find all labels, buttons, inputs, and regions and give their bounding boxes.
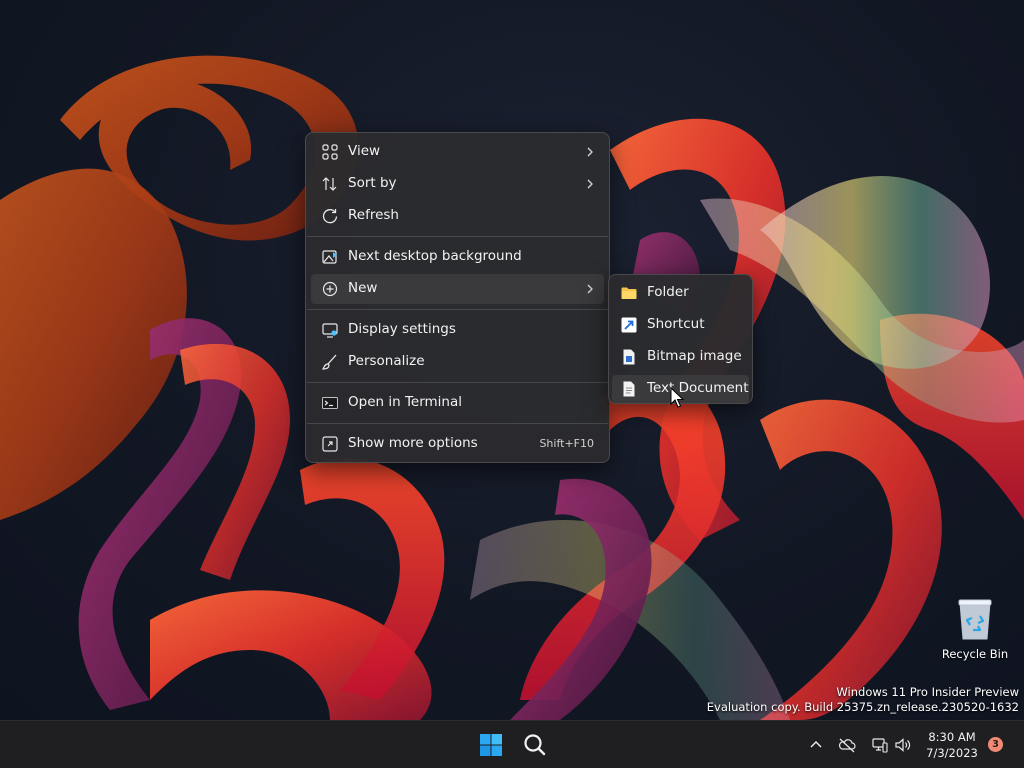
menu-item-show-more-options[interactable]: Show more options Shift+F10 bbox=[311, 429, 604, 459]
evaluation-watermark: Windows 11 Pro Insider Preview Evaluatio… bbox=[707, 685, 1019, 715]
more-options-icon bbox=[322, 436, 338, 452]
taskbar: 8:30 AM 7/3/2023 3 bbox=[0, 720, 1024, 768]
recycle-bin-label: Recycle Bin bbox=[941, 647, 1009, 661]
menu-item-personalize[interactable]: Personalize bbox=[311, 347, 604, 377]
display-settings-icon bbox=[322, 323, 338, 338]
shortcut-icon bbox=[621, 317, 637, 333]
menu-item-open-in-terminal[interactable]: Open in Terminal bbox=[311, 388, 604, 418]
chevron-right-icon bbox=[587, 179, 593, 189]
folder-icon bbox=[621, 287, 637, 299]
windows-start-icon bbox=[480, 734, 502, 756]
menu-separator bbox=[307, 309, 608, 310]
chevron-up-icon[interactable] bbox=[807, 736, 825, 754]
clock-date: 7/3/2023 bbox=[926, 746, 978, 760]
menu-item-label: Next desktop background bbox=[348, 248, 522, 264]
submenu-item-label: Shortcut bbox=[647, 316, 705, 332]
text-document-icon bbox=[623, 381, 635, 397]
menu-item-label: Sort by bbox=[348, 175, 397, 191]
desktop-context-menu: View Sort by Refresh Next desktop backgr… bbox=[305, 132, 610, 463]
watermark-build: Evaluation copy. Build 25375.zn_release.… bbox=[706, 700, 1019, 714]
watermark-edition: Windows 11 Pro Insider Preview bbox=[836, 685, 1019, 699]
personalize-brush-icon bbox=[322, 354, 337, 370]
submenu-item-label: Folder bbox=[647, 284, 689, 300]
chevron-right-icon bbox=[587, 284, 593, 294]
submenu-item-bitmap-image[interactable]: Bitmap image bbox=[612, 343, 749, 371]
menu-item-label: New bbox=[348, 280, 378, 296]
bitmap-image-icon bbox=[623, 349, 635, 365]
menu-item-label: Personalize bbox=[348, 353, 425, 369]
recycle-bin-icon bbox=[958, 599, 992, 640]
menu-item-label: View bbox=[348, 143, 381, 159]
recycle-bin-shortcut[interactable]: Recycle Bin bbox=[940, 595, 1010, 665]
submenu-item-label: Text Document bbox=[647, 380, 749, 396]
menu-item-label: Open in Terminal bbox=[348, 394, 462, 410]
mouse-cursor-icon bbox=[670, 387, 684, 408]
menu-separator bbox=[307, 382, 608, 383]
menu-item-new[interactable]: New bbox=[311, 274, 604, 304]
notification-badge[interactable]: 3 bbox=[988, 737, 1003, 752]
menu-item-label: Display settings bbox=[348, 321, 456, 337]
next-background-icon bbox=[322, 250, 337, 264]
submenu-item-folder[interactable]: Folder bbox=[612, 279, 749, 307]
search-button[interactable] bbox=[521, 731, 549, 759]
new-submenu: Folder Shortcut Bitmap image Text Docume… bbox=[608, 274, 753, 404]
keyboard-shortcut: Shift+F10 bbox=[539, 437, 594, 450]
menu-item-display-settings[interactable]: Display settings bbox=[311, 315, 604, 345]
onedrive-offline-icon[interactable] bbox=[838, 736, 856, 754]
search-icon bbox=[524, 734, 546, 756]
menu-item-next-desktop-background[interactable]: Next desktop background bbox=[311, 242, 604, 272]
clock-time: 8:30 AM bbox=[928, 730, 976, 744]
refresh-icon bbox=[322, 209, 338, 224]
grid-view-icon bbox=[322, 144, 338, 160]
menu-item-view[interactable]: View bbox=[311, 137, 604, 167]
menu-item-label: Show more options bbox=[348, 435, 478, 451]
menu-separator bbox=[307, 236, 608, 237]
menu-item-sort-by[interactable]: Sort by bbox=[311, 169, 604, 199]
terminal-icon bbox=[322, 397, 338, 409]
sort-icon bbox=[322, 177, 337, 191]
taskbar-clock[interactable]: 8:30 AM 7/3/2023 bbox=[920, 729, 984, 761]
submenu-item-shortcut[interactable]: Shortcut bbox=[612, 311, 749, 339]
menu-separator bbox=[307, 423, 608, 424]
menu-item-refresh[interactable]: Refresh bbox=[311, 201, 604, 231]
menu-item-label: Refresh bbox=[348, 207, 399, 223]
network-icon[interactable] bbox=[871, 736, 889, 754]
volume-icon[interactable] bbox=[894, 736, 912, 754]
start-button[interactable] bbox=[477, 731, 505, 759]
submenu-item-label: Bitmap image bbox=[647, 348, 742, 364]
new-plus-icon bbox=[322, 281, 338, 297]
chevron-right-icon bbox=[587, 147, 593, 157]
